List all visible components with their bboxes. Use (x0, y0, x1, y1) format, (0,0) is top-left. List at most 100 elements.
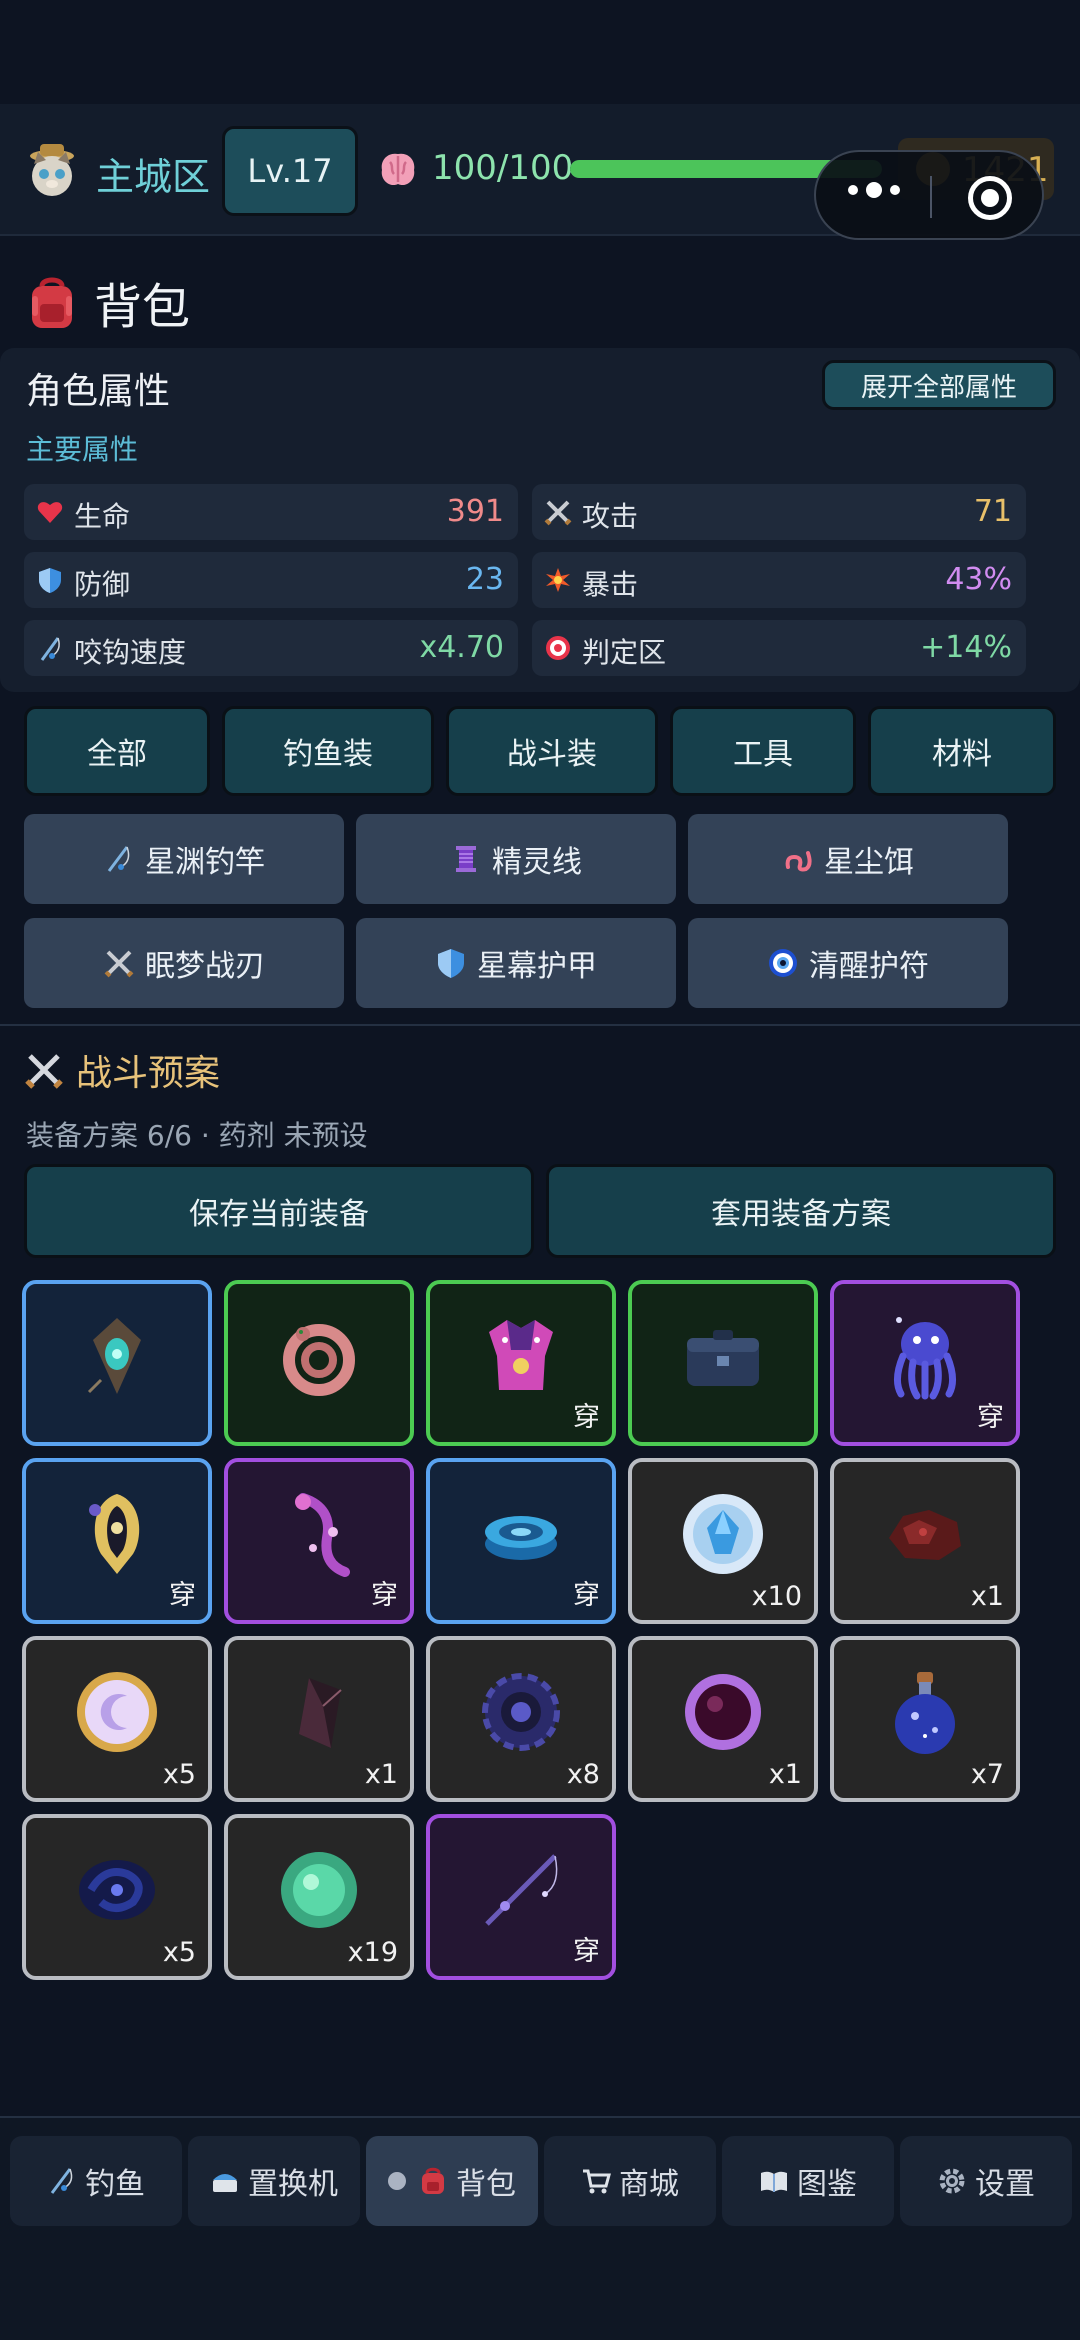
stat-value: x4.70 (419, 630, 504, 665)
inventory-item[interactable]: 穿 (426, 1458, 616, 1624)
top-header: 主城区 Lv.17 100/100 1421 (0, 104, 1080, 240)
stat-value: 71 (973, 494, 1012, 529)
nav-shop[interactable]: 商城 (544, 2136, 716, 2226)
nav-exchange-machine[interactable]: 置换机 (188, 2136, 360, 2226)
nav-codex[interactable]: 图鉴 (722, 2136, 894, 2226)
cart-icon (583, 2169, 611, 2194)
dark-nebula-icon (79, 1860, 155, 1920)
cat-avatar[interactable] (22, 140, 82, 200)
energy-text: 100/100 (432, 148, 574, 188)
inventory-item[interactable]: 穿 (426, 1814, 616, 1980)
save-equipment-button[interactable]: 保存当前装备 (24, 1164, 534, 1258)
item-tag: 穿 (977, 1402, 1004, 1433)
equip-slot-charm[interactable]: 清醒护符 (688, 918, 1008, 1008)
battle-plan-status: 装备方案 6/6 · 药剂 未预设 (26, 1119, 368, 1152)
gear-icon (939, 2168, 965, 2194)
nav-label: 商城 (619, 2167, 679, 2202)
zone-label[interactable]: 主城区 (96, 146, 210, 201)
inventory-item[interactable]: 穿 (224, 1458, 414, 1624)
equip-slot-label: 星幕护甲 (477, 949, 597, 984)
apply-equipment-plan-button[interactable]: 套用装备方案 (546, 1164, 1056, 1258)
inventory-item[interactable]: x19 (224, 1814, 414, 1980)
stat-label: 暴击 (582, 568, 639, 601)
inventory-item[interactable] (628, 1280, 818, 1446)
evil-eye-icon (769, 949, 797, 977)
miniprogram-capsule (814, 150, 1044, 240)
tab-combat-gear[interactable]: 战斗装 (446, 706, 658, 796)
star-armor-icon (489, 1320, 553, 1390)
battle-plan-header: 战斗预案 (24, 1044, 220, 1096)
nav-label: 背包 (456, 2167, 516, 2202)
backpack-icon (422, 2167, 444, 2194)
item-tag: 穿 (371, 1580, 398, 1611)
spool-icon (456, 846, 476, 872)
item-tag: x5 (162, 1937, 196, 1968)
item-tag: 穿 (573, 1402, 600, 1433)
nav-label: 钓鱼 (85, 2167, 145, 2202)
inventory-item[interactable]: x1 (224, 1636, 414, 1802)
inventory-item[interactable] (224, 1280, 414, 1446)
nav-backpack[interactable]: 背包 (366, 2136, 538, 2226)
inventory-item[interactable]: x5 (22, 1814, 212, 1980)
expand-attributes-button[interactable]: 展开全部属性 (822, 360, 1056, 410)
item-tag: 穿 (169, 1580, 196, 1611)
nav-fishing[interactable]: 钓鱼 (10, 2136, 182, 2226)
item-tag: x7 (970, 1759, 1004, 1790)
stat-label: 咬钩速度 (74, 636, 187, 669)
heart-icon (37, 502, 63, 523)
equip-slot-label: 星渊钓竿 (145, 845, 265, 880)
nav-settings[interactable]: 设置 (900, 2136, 1072, 2226)
stat-judge-zone: 判定区 +14% (532, 620, 1026, 676)
capsule-divider (930, 176, 932, 218)
tab-materials[interactable]: 材料 (868, 706, 1056, 796)
stat-value: 391 (446, 494, 504, 529)
inventory-item[interactable] (22, 1280, 212, 1446)
equip-slot-line[interactable]: 精灵线 (356, 814, 676, 904)
tab-tools[interactable]: 工具 (670, 706, 856, 796)
inventory-item[interactable]: x8 (426, 1636, 616, 1802)
equip-slot-label: 清醒护符 (809, 949, 929, 984)
attributes-title: 角色属性 (26, 371, 171, 412)
nav-label: 置换机 (248, 2167, 338, 2202)
burst-icon (546, 568, 570, 592)
active-indicator-dot (388, 2172, 406, 2190)
inventory-item[interactable]: x7 (830, 1636, 1020, 1802)
stat-value: 43% (945, 562, 1012, 597)
tab-fishing-gear[interactable]: 钓鱼装 (222, 706, 434, 796)
inventory-item[interactable]: 穿 (426, 1280, 616, 1446)
equip-slot-armor[interactable]: 星幕护甲 (356, 918, 676, 1008)
fishing-rod-icon (50, 2168, 73, 2194)
green-orb-icon (281, 1852, 357, 1928)
item-tag: 穿 (573, 1936, 600, 1967)
equip-slot-label: 星尘饵 (824, 845, 914, 880)
inventory-item[interactable]: 穿 (22, 1458, 212, 1624)
equip-slot-bait[interactable]: 星尘饵 (688, 814, 1008, 904)
ice-crystal-icon (683, 1494, 763, 1574)
stat-label: 生命 (74, 500, 131, 533)
inventory-item[interactable]: x10 (628, 1458, 818, 1624)
equip-slot-rod[interactable]: 星渊钓竿 (24, 814, 344, 904)
inventory-item[interactable]: x5 (22, 1636, 212, 1802)
crossed-swords-icon (104, 950, 134, 978)
crossed-swords-icon (544, 500, 572, 526)
section-divider (0, 1024, 1080, 1026)
tab-all[interactable]: 全部 (24, 706, 210, 796)
worm-bait-icon (283, 1324, 355, 1396)
bottom-nav: 钓鱼 置换机 背包 商城 图鉴 设置 (0, 2116, 1080, 2340)
red-ore-icon (889, 1510, 961, 1560)
item-tag: x19 (347, 1937, 398, 1968)
more-menu-icon[interactable] (848, 182, 900, 198)
inventory-item[interactable]: x1 (628, 1636, 818, 1802)
stat-defense: 防御 23 (24, 552, 518, 608)
stat-value: +14% (920, 630, 1012, 665)
fishing-rod-icon (40, 637, 60, 661)
moon-coin-icon (77, 1672, 157, 1752)
level-badge: Lv.17 (222, 126, 358, 216)
inventory-item[interactable]: x1 (830, 1458, 1020, 1624)
inventory-item[interactable]: 穿 (830, 1280, 1020, 1446)
potion-icon (895, 1672, 955, 1754)
shield-icon (39, 568, 61, 593)
equip-slot-weapon[interactable]: 眠梦战刃 (24, 918, 344, 1008)
status-bar (0, 0, 1080, 104)
close-miniprogram-icon[interactable] (968, 176, 1012, 220)
